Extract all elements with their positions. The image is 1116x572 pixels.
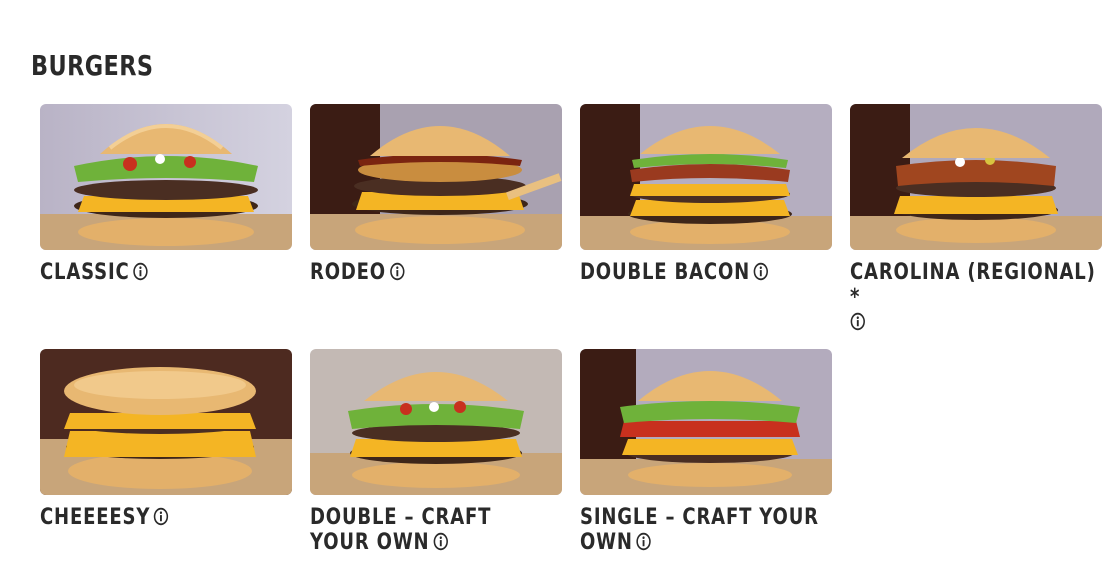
section-title: BURGERS: [31, 49, 154, 82]
burger-image[interactable]: [850, 104, 1102, 250]
info-icon[interactable]: [154, 507, 170, 526]
info-icon[interactable]: [433, 532, 449, 551]
menu-item-name[interactable]: DOUBLE – CRAFT YOUR OWN: [310, 505, 556, 555]
info-icon[interactable]: [850, 312, 866, 331]
info-icon[interactable]: [133, 262, 149, 281]
menu-item-carolina[interactable]: CAROLINA (REGIONAL) *: [850, 104, 1102, 335]
menu-item-name[interactable]: CHEEEESY: [40, 505, 286, 530]
menu-item-double-bacon[interactable]: DOUBLE BACON: [580, 104, 832, 285]
burger-image[interactable]: [310, 104, 562, 250]
menu-item-name[interactable]: RODEO: [310, 260, 556, 285]
menu-item-name[interactable]: CLASSIC: [40, 260, 286, 285]
info-icon[interactable]: [389, 262, 405, 281]
menu-item-cheeeesy[interactable]: CHEEEESY: [40, 349, 292, 530]
menu-item-name[interactable]: CAROLINA (REGIONAL) *: [850, 260, 1096, 335]
menu-item-double-craft[interactable]: DOUBLE – CRAFT YOUR OWN: [310, 349, 562, 555]
menu-item-name[interactable]: SINGLE – CRAFT YOUR OWN: [580, 505, 826, 555]
burger-image[interactable]: [310, 349, 562, 495]
info-icon[interactable]: [636, 532, 652, 551]
info-icon[interactable]: [753, 262, 769, 281]
menu-item-single-craft[interactable]: SINGLE – CRAFT YOUR OWN: [580, 349, 832, 555]
menu-item-name[interactable]: DOUBLE BACON: [580, 260, 826, 285]
menu-item-rodeo[interactable]: RODEO: [310, 104, 562, 285]
burger-image[interactable]: [40, 349, 292, 495]
burger-image[interactable]: [580, 104, 832, 250]
burger-image[interactable]: [40, 104, 292, 250]
burger-image[interactable]: [580, 349, 832, 495]
menu-item-classic[interactable]: CLASSIC: [40, 104, 292, 285]
